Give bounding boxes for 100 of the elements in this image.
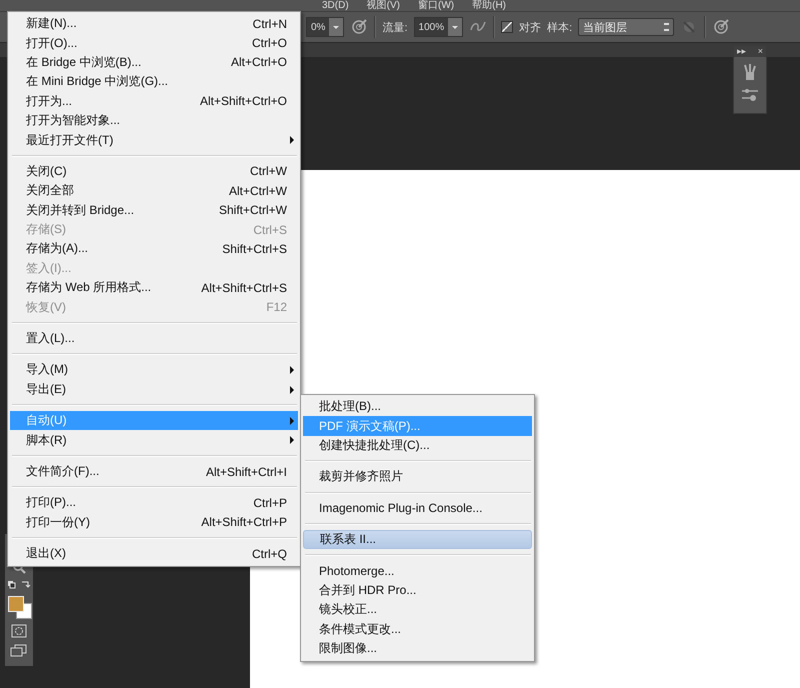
menu-item-label: PDF 演示文稿(P)... <box>319 418 420 435</box>
menu-item[interactable]: 文件简介(F)... Alt+Shift+Ctrl+I <box>10 462 298 482</box>
menu-item[interactable]: 新建(N)... Ctrl+N <box>10 14 298 34</box>
menu-item[interactable]: Photomerge... <box>303 561 532 581</box>
menu-item[interactable]: 批处理(B)... <box>303 397 532 416</box>
menu-item[interactable]: 合并到 HDR Pro... <box>303 580 532 600</box>
menu-bar-item[interactable]: 视图(V) <box>366 0 400 11</box>
menu-item-label: 打开(O)... <box>26 34 78 52</box>
menu-item-label: 打开为... <box>26 92 72 110</box>
menu-item[interactable]: 限制图像... <box>303 638 532 658</box>
swap-colors-icon[interactable] <box>7 580 31 590</box>
align-checkbox[interactable] <box>501 21 514 33</box>
shortcut-label: Alt+Shift+Ctrl+I <box>206 464 287 478</box>
sample-select[interactable]: 当前图层 <box>578 18 674 36</box>
menu-item-label: 导出(E) <box>26 380 66 398</box>
menu-item-label: 打印(P)... <box>26 494 76 512</box>
color-swatches[interactable] <box>7 596 31 618</box>
shortcut-label: Alt+Shift+Ctrl+P <box>201 515 287 530</box>
stepper-icon <box>664 23 670 31</box>
menu-item[interactable]: 打开为智能对象... <box>10 110 298 130</box>
sample-label: 样本: <box>547 20 572 34</box>
menu-item[interactable]: 打开(O)... Ctrl+O <box>10 33 298 53</box>
shortcut-label: Alt+Shift+Ctrl+O <box>200 94 287 108</box>
shortcut-label: Ctrl+O <box>252 36 287 50</box>
shortcut-label: Ctrl+P <box>253 496 287 510</box>
menu-item[interactable]: 存储为(A)... Shift+Ctrl+S <box>10 239 298 259</box>
close-icon[interactable]: × <box>758 46 763 57</box>
menu-item-label: 脚本(R) <box>26 432 67 449</box>
menu-item[interactable]: 置入(L)... <box>10 328 298 348</box>
menu-item-label: 在 Bridge 中浏览(B)... <box>26 54 142 71</box>
menu-item[interactable]: 关闭并转到 Bridge... Shift+Ctrl+W <box>10 200 298 220</box>
menu-item-label: 限制图像... <box>319 640 378 658</box>
menu-item-label: Photomerge... <box>319 564 394 578</box>
brushes-icon[interactable] <box>742 63 758 81</box>
menu-item-label: 关闭(C) <box>26 162 67 180</box>
shortcut-label: Shift+Ctrl+S <box>222 242 287 256</box>
shortcut-label: Ctrl+N <box>252 16 287 31</box>
pressure-size-icon[interactable] <box>712 18 730 36</box>
align-label: 对齐 <box>519 20 542 34</box>
menu-item-label: 导入(M) <box>26 361 68 378</box>
menu-item[interactable]: 导出(E) <box>10 380 298 400</box>
menu-bar-item[interactable]: 帮助(H) <box>472 0 506 11</box>
menu-item-label: 新建(N)... <box>26 15 77 32</box>
menu-item-label: 最近打开文件(T) <box>26 132 114 149</box>
collapse-icon[interactable]: ▸▸ <box>737 46 746 57</box>
menu-item[interactable]: 在 Bridge 中浏览(B)... Alt+Ctrl+O <box>10 52 298 72</box>
menu-item-label: 打开为智能对象... <box>26 112 120 130</box>
flow-label: 流量: <box>382 20 408 34</box>
menu-item-label: 存储(S) <box>26 221 66 238</box>
menu-item[interactable]: 镜头校正... <box>303 600 532 620</box>
shortcut-label: Ctrl+S <box>253 222 287 237</box>
shortcut-label: Ctrl+Q <box>252 546 287 561</box>
menu-item-label: 自动(U) <box>26 412 67 430</box>
shortcut-label: Alt+Shift+Ctrl+S <box>201 280 287 295</box>
shortcut-label: F12 <box>266 300 287 314</box>
menu-item-label: 镜头校正... <box>319 601 378 618</box>
screen-mode-icon[interactable] <box>10 644 28 658</box>
brush-settings-icon[interactable] <box>741 87 759 103</box>
shortcut-label: Alt+Ctrl+W <box>228 184 287 198</box>
menu-item[interactable]: 脚本(R) <box>10 430 298 450</box>
menu-item-label: 在 Mini Bridge 中浏览(G)... <box>26 73 168 90</box>
shortcut-label: Ctrl+W <box>250 164 287 178</box>
opacity-field[interactable]: 0% <box>306 17 344 37</box>
menu-item[interactable]: 导入(M) <box>10 360 298 380</box>
shortcut-label: Shift+Ctrl+W <box>218 203 287 218</box>
menu-item-label: 退出(X) <box>26 545 66 562</box>
menu-item[interactable]: 退出(X) Ctrl+Q <box>10 544 298 564</box>
menu-item[interactable]: 打开为... Alt+Shift+Ctrl+O <box>10 92 298 111</box>
menu-item[interactable]: 最近打开文件(T) <box>10 130 298 150</box>
menu-bar-item[interactable]: 3D(D) <box>322 0 349 11</box>
menu-item-label: 裁剪并修齐照片 <box>319 468 403 486</box>
dropdown-icon[interactable] <box>329 18 344 36</box>
menu-item[interactable]: Imagenomic Plug-in Console... <box>303 498 532 518</box>
quick-mask-icon[interactable] <box>11 624 27 638</box>
menu-item[interactable]: 条件模式更改... <box>303 620 532 639</box>
menu-item[interactable]: 在 Mini Bridge 中浏览(G)... <box>10 72 298 92</box>
shortcut-label: Alt+Ctrl+O <box>230 55 287 70</box>
dropdown-icon[interactable] <box>448 18 462 36</box>
menu-item-label: 条件模式更改... <box>319 620 402 638</box>
menu-item-label: 关闭全部 <box>26 182 74 200</box>
menu-item[interactable]: 存储为 Web 所用格式... Alt+Shift+Ctrl+S <box>10 278 298 298</box>
menu-item-label: 联系表 II... <box>320 531 376 548</box>
menu-item-label: 批处理(B)... <box>319 398 381 416</box>
menu-item[interactable]: 联系表 II... <box>303 530 532 550</box>
menu-item-label: 打印一份(Y) <box>26 514 90 531</box>
menu-item-label: 签入(I)... <box>26 260 72 277</box>
pressure-icon[interactable] <box>350 18 368 36</box>
menu-item-label: 关闭并转到 Bridge... <box>26 202 134 219</box>
menu-item-label: 存储为 Web 所用格式... <box>26 279 152 296</box>
menu-item[interactable]: 裁剪并修齐照片 <box>303 467 532 487</box>
flow-field[interactable]: 100% <box>414 17 464 37</box>
menu-item-label: 文件简介(F)... <box>26 463 100 480</box>
menu-item-label: Imagenomic Plug-in Console... <box>319 501 482 516</box>
menu-item[interactable]: 打印一份(Y) Alt+Shift+Ctrl+P <box>10 512 298 532</box>
menu-item[interactable]: 关闭(C) Ctrl+W <box>10 162 298 182</box>
menu-item-label: 恢复(V) <box>26 298 66 316</box>
menu-item[interactable]: 打印(P)... Ctrl+P <box>10 493 298 513</box>
menu-item-label: 合并到 HDR Pro... <box>319 582 416 599</box>
menu-item[interactable]: 创建快捷批处理(C)... <box>303 436 532 456</box>
menu-item[interactable]: 关闭全部 Alt+Ctrl+W <box>10 181 298 201</box>
